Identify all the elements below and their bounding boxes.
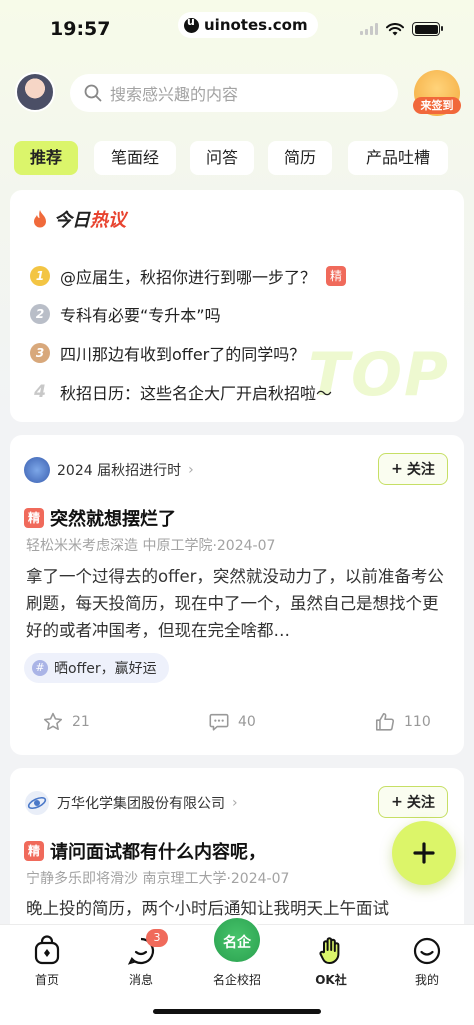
featured-badge: 精 xyxy=(24,841,44,861)
follow-label: 关注 xyxy=(406,462,435,478)
home-indicator xyxy=(153,1009,321,1014)
hot-topics-card: TOP 今日 热议 1 @应届生，秋招你进行到哪一步了？ 精 2 专科有必要“专升… xyxy=(10,190,464,422)
hot-item[interactable]: 2 专科有必要“专升本”吗 xyxy=(30,301,221,327)
chevron-right-icon: › xyxy=(188,462,194,478)
plus-icon xyxy=(413,842,435,864)
post-body: 拿了一个过得去的offer，突然就没动力了，以前准备考公刷题，每天投简历，现在中… xyxy=(26,567,444,640)
site-pill: uinotes.com xyxy=(178,12,318,38)
nav-ok-community-label: OK社 xyxy=(315,973,347,987)
comment-count: 40 xyxy=(238,714,256,730)
topic-name: 2024 届秋招进行时 xyxy=(57,463,182,479)
company-logo-icon xyxy=(25,791,49,815)
hot-item[interactable]: 1 @应届生，秋招你进行到哪一步了？ 精 xyxy=(30,263,347,289)
category-tabs: 推荐 笔面经 问答 简历 产品吐槽 xyxy=(14,141,464,175)
status-icons xyxy=(360,22,443,36)
rank-4-label: 4 xyxy=(34,382,46,402)
topic-icon xyxy=(24,457,50,483)
battery-icon xyxy=(412,22,443,36)
post-actions: 21 40 110 xyxy=(10,711,464,735)
plus-icon: + xyxy=(391,794,403,810)
search-placeholder: 搜索感兴趣的内容 xyxy=(110,85,239,104)
follow-button[interactable]: + 关注 xyxy=(378,453,448,485)
nav-me-label: 我的 xyxy=(414,973,439,987)
rank-2-icon: 2 xyxy=(30,304,50,324)
nav-home[interactable]: 首页 xyxy=(10,935,84,988)
thumbs-up-icon xyxy=(375,712,395,731)
site-logo-icon xyxy=(184,15,199,33)
follow-button[interactable]: + 关注 xyxy=(378,786,448,818)
rank-1-icon: 1 xyxy=(30,266,50,286)
tab-qa[interactable]: 问答 xyxy=(190,141,254,175)
status-time: 19:57 xyxy=(50,18,111,40)
plus-icon: + xyxy=(391,461,403,477)
comment-icon xyxy=(209,713,229,731)
tab-resume[interactable]: 简历 xyxy=(268,141,332,175)
comment-button[interactable]: 40 xyxy=(208,711,256,733)
post-title-text: 请问面试都有什么内容呢， xyxy=(50,842,266,863)
wifi-icon xyxy=(386,22,404,35)
post-card[interactable]: 2024 届秋招进行时 › + 关注 精 突然就想摆烂了 轻松米米考虑深造 中原… xyxy=(10,435,464,755)
follow-label: 关注 xyxy=(406,795,435,811)
hot-item[interactable]: 3 四川那边有收到offer了的同学吗？ xyxy=(30,340,305,366)
post-title[interactable]: 精 请问面试都有什么内容呢， xyxy=(24,838,266,864)
rank-3-icon: 3 xyxy=(30,343,50,363)
topic-name: 万华化学集团股份有限公司 xyxy=(57,796,225,812)
nav-messages[interactable]: 3 消息 xyxy=(104,929,178,988)
campus-recruit-logo[interactable]: 名企 xyxy=(211,915,263,965)
nav-campus-recruit[interactable]: 名企校招 xyxy=(200,967,274,988)
status-bar: 19:57 uinotes.com xyxy=(0,0,474,60)
hot-item-text: 专科有必要“专升本”吗 xyxy=(60,306,221,325)
hot-item-text: 四川那边有收到offer了的同学吗？ xyxy=(60,345,306,364)
star-icon xyxy=(43,712,63,731)
messages-badge: 3 xyxy=(146,929,168,947)
user-avatar[interactable] xyxy=(15,72,55,112)
favorite-button[interactable]: 21 xyxy=(42,711,90,733)
search-input[interactable]: 搜索感兴趣的内容 xyxy=(70,74,398,112)
topic-tag[interactable]: # 晒offer，赢好运 xyxy=(24,653,169,683)
create-post-button[interactable] xyxy=(392,821,456,885)
nav-me[interactable]: 我的 xyxy=(390,935,464,988)
site-label: uinotes.com xyxy=(204,16,308,34)
nav-ok-community[interactable]: OK社 xyxy=(294,935,368,988)
hot-item[interactable]: 4 秋招日历：这些名企大厂开启秋招啦～ xyxy=(30,379,332,405)
nav-messages-label: 消息 xyxy=(128,973,153,987)
flame-icon xyxy=(34,210,46,228)
search-icon xyxy=(84,84,102,102)
chevron-right-icon: › xyxy=(232,795,238,811)
hand-ok-icon xyxy=(319,937,340,965)
tab-interview-notes[interactable]: 笔面经 xyxy=(94,141,176,175)
profile-face-icon xyxy=(413,937,441,965)
hot-item-text: 秋招日历：这些名企大厂开启秋招啦～ xyxy=(60,384,333,403)
tab-product-feedback[interactable]: 产品吐槽 xyxy=(348,141,448,175)
hot-item-text: @应届生，秋招你进行到哪一步了？ xyxy=(60,268,317,287)
topic-tag-text: 晒offer，赢好运 xyxy=(54,661,157,677)
like-count: 110 xyxy=(404,714,431,730)
post-meta: 轻松米米考虑深造 中原工学院·2024-07 xyxy=(26,538,276,554)
featured-badge: 精 xyxy=(326,266,347,286)
featured-badge: 精 xyxy=(24,508,44,528)
home-icon xyxy=(34,935,60,965)
hot-title-part1: 今日 xyxy=(54,210,90,231)
favorite-count: 21 xyxy=(72,714,90,730)
hot-topics-title: 今日 热议 xyxy=(32,206,126,232)
topic-link[interactable]: 万华化学集团股份有限公司 › xyxy=(24,790,238,816)
topic-link[interactable]: 2024 届秋招进行时 › xyxy=(24,457,194,483)
post-title-text: 突然就想摆烂了 xyxy=(50,509,176,530)
post-meta: 宁静多乐即将滑沙 南京理工大学·2024-07 xyxy=(26,871,290,887)
nav-home-label: 首页 xyxy=(34,973,59,987)
signin-button[interactable]: 来签到 xyxy=(413,97,461,114)
hot-title-part2: 热议 xyxy=(90,210,126,231)
post-title[interactable]: 精 突然就想摆烂了 xyxy=(24,505,176,531)
nav-campus-recruit-label: 名企校招 xyxy=(212,973,261,987)
tab-recommend[interactable]: 推荐 xyxy=(14,141,78,175)
like-button[interactable]: 110 xyxy=(374,711,431,733)
cellular-signal-icon xyxy=(360,23,378,35)
hashtag-icon: # xyxy=(32,660,48,676)
